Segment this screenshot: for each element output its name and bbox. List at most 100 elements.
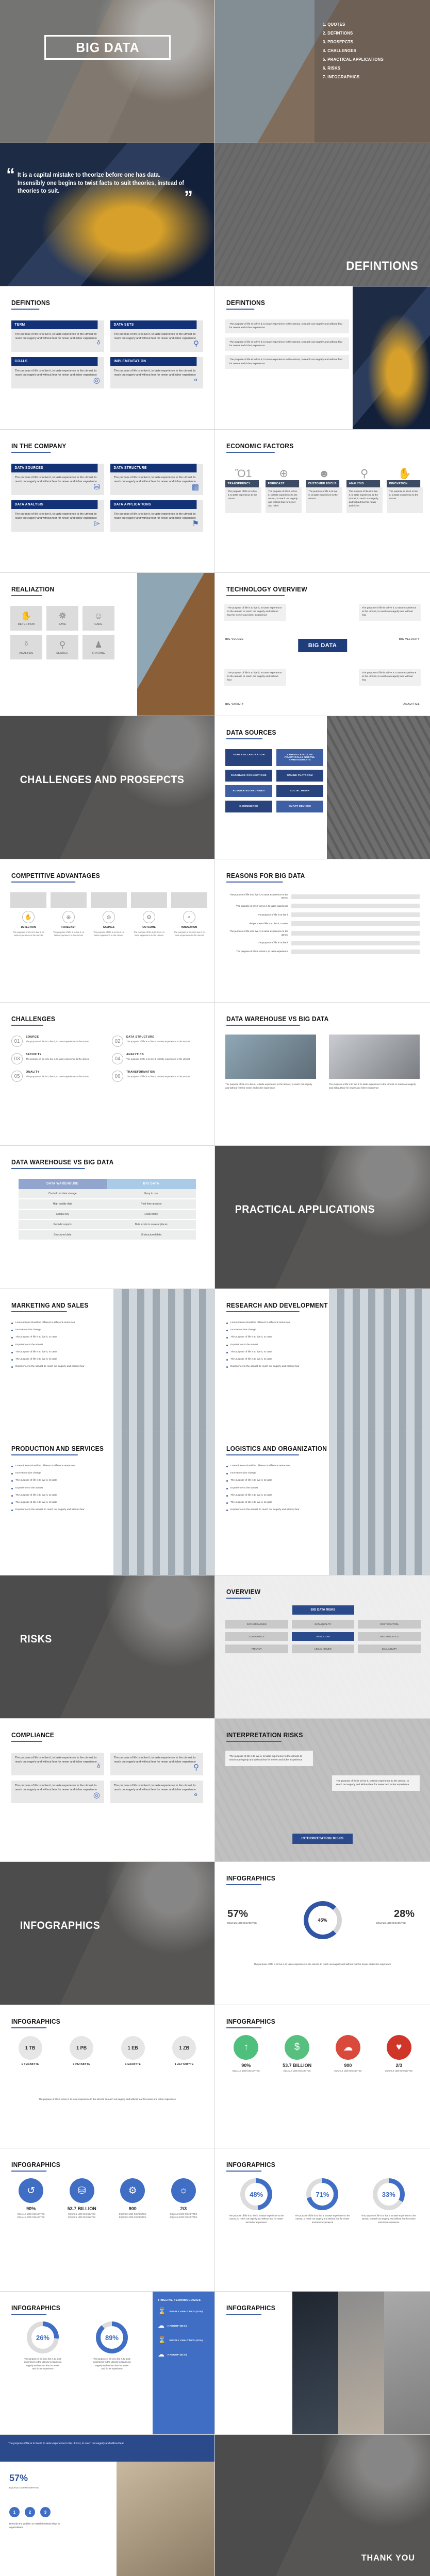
ring-cell[interactable]: 71% The purpose of life is to live it, t… (293, 2178, 353, 2224)
tech-box[interactable]: The purpose of life is to live it, to ta… (359, 669, 421, 686)
source-pill[interactable]: ONLINE PLATFORM (276, 770, 323, 782)
bullet-item[interactable]: The purpose of life is to live it, to ta… (11, 1358, 109, 1361)
bullet-item[interactable]: Experience to the utmost (226, 1486, 324, 1490)
info-card[interactable]: The purpose of life is to live it, to ta… (110, 1753, 203, 1775)
info-card[interactable]: DATA SOURCES The purpose of life is to li… (11, 464, 104, 495)
slide-technology-overview[interactable]: TECHNOLOGY OVERVIEW BIG DATA The purpose o… (215, 573, 430, 716)
bullet-item[interactable]: The purpose of life is to live it, to ta… (11, 1335, 109, 1339)
bullet-item[interactable]: Innovation take change (11, 1471, 109, 1475)
slide-challenges-divider[interactable]: CHALLENGES AND PROSEPCTS (0, 716, 215, 859)
slide-production-and-services[interactable]: PRODUCTION AND SERVICES Lorem ipsum shoul… (0, 1432, 215, 1575)
source-pill[interactable]: E-COMMERCE (225, 801, 272, 812)
advantage-column[interactable]: ⚙ OUTCOME The purpose of life is to live… (131, 892, 167, 938)
org-node[interactable]: SCALABILITY (358, 1645, 421, 1653)
agenda-item[interactable]: 7. INFOGRAPHICS (323, 74, 416, 79)
factor-column[interactable]: ☻ CUSTOMER FOCUS The purpose of life is … (306, 463, 342, 513)
source-pill[interactable]: SMART DEVICES (276, 801, 323, 812)
bullet-item[interactable]: Lorem ipsum should be different in diffe… (226, 1464, 324, 1468)
slide-research-and-development[interactable]: RESEARCH AND DEVELOPMENT Lorem ipsum shou… (215, 1289, 430, 1432)
bullet-item[interactable]: Innovation take change (11, 1328, 109, 1332)
bullet-item[interactable]: The purpose of life is to live it, to ta… (11, 1494, 109, 1497)
realization-tile[interactable]: ☺ CARE (82, 606, 114, 631)
bullet-item[interactable]: The purpose of life is to live it, to ta… (11, 1350, 109, 1354)
agenda-item[interactable]: 6. RISKS (323, 65, 416, 71)
bullet-item[interactable]: Experience to the utmost (226, 1343, 324, 1347)
source-pill[interactable]: TEAM COLLABORATION (225, 749, 272, 766)
slide-closing[interactable]: The purpose of life is to live it, to ta… (0, 2435, 215, 2576)
bullet-item[interactable]: Experience to the utmost, to reach out e… (11, 1365, 109, 1368)
slide-definitions-divider[interactable]: DEFINTIONS (215, 143, 430, 286)
advantage-column[interactable]: ⊚ SAVINGS The purpose of life is to live… (91, 892, 127, 938)
slide-challenges[interactable]: CHALLENGES 01 SOURCE The purpose of life… (0, 1003, 215, 1146)
slide-dw-vs-bd-table[interactable]: DATA WAREHOUSE VS BIG DATA DATA WAREHOUSE… (0, 1146, 215, 1289)
slide-risks-divider[interactable]: RISKS (0, 1575, 215, 1719)
info-card[interactable]: TERM The purpose of life is to live it, t… (11, 320, 104, 352)
bullet-item[interactable]: Experience to the utmost, to reach out e… (226, 1508, 324, 1512)
stat-cell[interactable]: ⛁ 53.7 BILLION EQUALS 1000 GIGABYTES EQUA… (59, 2178, 105, 2219)
slide-definitions[interactable]: DEFINTIONS TERM The purpose of life is to … (0, 286, 215, 430)
realization-tile[interactable]: ♟ SHARING (82, 635, 114, 659)
challenge-item[interactable]: 04 ANALYTICS The purpose of life is to l… (112, 1053, 205, 1064)
info-card[interactable]: DATA STRUCTURE The purpose of life is to … (110, 464, 203, 495)
stat-cell[interactable]: ☁ 900 EQUALS 1000 GIGABYTES (325, 2035, 371, 2073)
org-node[interactable]: LEGAL ISSUES (291, 1645, 355, 1653)
realization-tile[interactable]: ✋ DETECTION (10, 606, 42, 631)
slide-interpretation-risks[interactable]: INTERPRETATION RISKS The purpose of life … (215, 1719, 430, 1862)
bullet-item[interactable]: The purpose of life is to live it, to ta… (11, 1501, 109, 1504)
bullet-item[interactable]: The purpose of life is to live it, to ta… (226, 1494, 324, 1497)
info-card[interactable]: The purpose of life is to live it, to ta… (225, 337, 349, 351)
slide-title[interactable]: BIG DATA (0, 0, 215, 143)
bullet-item[interactable]: Lorem ipsum should be different in diffe… (11, 1464, 109, 1468)
advantage-column[interactable]: ✋ DETECTION The purpose of life is to li… (10, 892, 46, 938)
stat-cell[interactable]: ↑ 90% EQUALS 1000 GIGABYTES (223, 2035, 269, 2073)
org-root[interactable]: BIG DATA RISKS (292, 1605, 354, 1615)
org-node[interactable]: PRIVACY (225, 1645, 288, 1653)
ring-cell[interactable]: 89% The purpose of life is to live it, t… (91, 2321, 133, 2371)
challenge-item[interactable]: 02 DATA STRUCTURE The purpose of life is… (112, 1036, 205, 1047)
slide-competitive-advantages[interactable]: COMPETITIVE ADVANTAGES ✋ DETECTION The p… (0, 859, 215, 1003)
challenge-item[interactable]: 05 QUALITY The purpose of life is to liv… (11, 1071, 105, 1082)
factor-column[interactable]: ⚲ ANALYSIS The purpose of life is to liv… (346, 463, 383, 513)
stat-cell[interactable]: ♥ 2/3 EQUALS 1000 GIGABYTES (376, 2035, 422, 2073)
slide-infographics-6[interactable]: INFOGRAPHICS 26% The purpose of life is … (0, 2292, 215, 2435)
step-badge[interactable]: 1 (9, 2507, 20, 2517)
step-badge[interactable]: 3 (40, 2507, 51, 2517)
factor-column[interactable]: Ὄ1 TRANSPRENCY The purpose of life is to… (225, 463, 262, 513)
org-node[interactable]: COST CONTROL (358, 1620, 421, 1629)
advantage-column[interactable]: ⊕ FORECAST The purpose of life is to liv… (51, 892, 87, 938)
timeline-item[interactable]: ☁ HADOOP (81%) (158, 2321, 209, 2330)
stat-cell[interactable]: 1 EB 1 EXABYTE (110, 2036, 156, 2066)
source-pill[interactable]: VARIOUS KINDS OF PRACTICALLY USEFUL SPRE… (276, 749, 323, 766)
info-card[interactable]: IMPLEMENTATION The purpose of life is to … (110, 357, 203, 388)
bullet-item[interactable]: The purpose of life is to live it, to ta… (11, 1479, 109, 1482)
timeline-item[interactable]: ⌛ SUPPLY ANALYTICS (43%) (158, 2307, 209, 2315)
slide-infographics-4[interactable]: INFOGRAPHICS ↺ 90% EQUALS 1000 GIGABYTES… (0, 2148, 215, 2292)
realization-tile[interactable]: ᵟ ANALYSIS (10, 635, 42, 659)
challenge-item[interactable]: 01 SOURCE The purpose of life is to live… (11, 1036, 105, 1047)
info-card[interactable]: The purpose of life is to live it, to ta… (11, 1781, 104, 1803)
realization-tile[interactable]: ⚲ SEARCH (46, 635, 78, 659)
agenda-item[interactable]: 5. PRACTICAL APPLICATIONS (323, 57, 416, 62)
bullet-item[interactable]: Experience to the utmost (11, 1343, 109, 1347)
ring-cell[interactable]: 26% The purpose of life is to live it, t… (22, 2321, 63, 2371)
stat-cell[interactable]: ⚙ 900 EQUALS 1000 GIGABYTES EQUALS 1000 G… (110, 2178, 155, 2219)
agenda-item[interactable]: 3. PROSEPCTS (323, 39, 416, 44)
stat-cell[interactable]: 1 ZB 1 ZETTABYTE (161, 2036, 207, 2066)
bullet-item[interactable]: Innovation take change (226, 1471, 324, 1475)
stat-cell[interactable]: 1 PB 1 PETABYTE (59, 2036, 105, 2066)
factor-column[interactable]: ✋ INNOVATION The purpose of life is to l… (386, 463, 423, 513)
slide-economic-factors[interactable]: ECONOMIC FACTORS Ὄ1 TRANSPRENCY The purp… (215, 430, 430, 573)
slide-quote[interactable]: “ It is a capital mistake to theorize be… (0, 143, 215, 286)
org-node[interactable]: DATA BREACHES (225, 1620, 288, 1629)
timeline-item[interactable]: ☁ HADOOP (81%) (158, 2350, 209, 2359)
slide-agenda[interactable]: 1. QUOTES 2. DEFINTIONS 3. PROSEPCTS 4. CHA… (215, 0, 430, 143)
advantage-column[interactable]: ⚬ INNOVATION The purpose of life is to l… (171, 892, 207, 938)
org-node[interactable]: COMPLIANCE (225, 1632, 288, 1641)
source-pill[interactable]: DATABASE CONNECTIONS (225, 770, 272, 782)
tech-box[interactable]: The purpose of life is to live it, to ta… (224, 604, 286, 621)
slide-marketing-and-sales[interactable]: MARKETING AND SALES Lorem ipsum should be… (0, 1289, 215, 1432)
info-card[interactable]: DATA SETS The purpose of life is to live … (110, 320, 203, 352)
slide-compliance[interactable]: COMPLIANCE The purpose of life is to live… (0, 1719, 215, 1862)
step-badge[interactable]: 2 (25, 2507, 35, 2517)
slide-data-sources[interactable]: DATA SOURCES TEAM COLLABORATION VARIOUS KI… (215, 716, 430, 859)
